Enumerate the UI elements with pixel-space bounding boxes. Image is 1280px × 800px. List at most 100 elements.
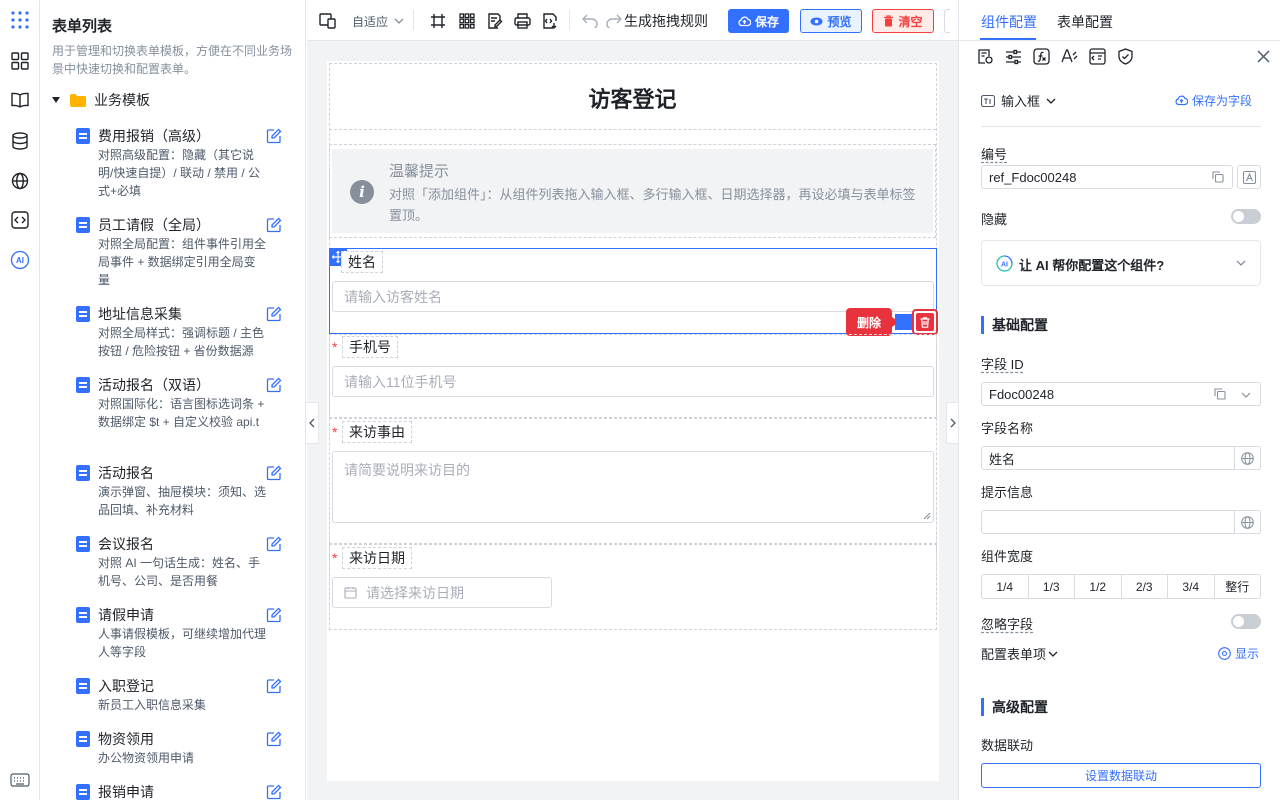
edit-icon[interactable]: [266, 217, 282, 233]
collapse-left-button[interactable]: [305, 402, 319, 444]
text-format-button[interactable]: [1237, 165, 1261, 189]
props-icon[interactable]: [977, 48, 994, 65]
frame-icon[interactable]: [430, 10, 446, 32]
translate-globe-icon[interactable]: [1234, 510, 1260, 534]
document-icon: [76, 678, 90, 694]
template-desc: 演示弹窗、抽屉模块：须知、选品回填、补充材料: [98, 485, 267, 517]
component-type-label: 输入框: [1001, 94, 1041, 109]
edit-icon[interactable]: [266, 465, 282, 481]
generate-rules-button[interactable]: 生成拖拽规则: [624, 10, 708, 32]
field-name-value: 姓名: [989, 451, 1016, 467]
components-icon[interactable]: [8, 49, 32, 73]
resize-handle-icon[interactable]: [923, 512, 931, 520]
ignore-field-label: 忽略字段: [981, 617, 1034, 632]
ignore-field-toggle[interactable]: [1231, 614, 1261, 629]
edit-icon[interactable]: [266, 377, 282, 393]
width-option[interactable]: 2/3: [1122, 575, 1168, 598]
shield-icon[interactable]: [1117, 48, 1134, 65]
template-group[interactable]: 业务模板: [52, 90, 150, 110]
phone-input[interactable]: 请输入11位手机号: [332, 366, 934, 397]
width-option[interactable]: 1/2: [1075, 575, 1122, 598]
component-type-select[interactable]: 输入框: [981, 91, 1056, 110]
chevron-left-icon: [309, 418, 315, 428]
config-items-toggle[interactable]: 配置表单项: [981, 644, 1058, 663]
function-icon[interactable]: [1033, 48, 1050, 65]
redo-icon[interactable]: [606, 10, 622, 32]
sliders-icon[interactable]: [1005, 48, 1022, 65]
save-button[interactable]: 保存: [728, 9, 789, 33]
edit-icon[interactable]: [266, 607, 282, 623]
width-option[interactable]: 1/3: [1029, 575, 1075, 598]
layout-mode-select[interactable]: 自适应: [352, 10, 404, 32]
export-code-icon[interactable]: [542, 10, 558, 32]
chevron-down-icon[interactable]: [1241, 392, 1251, 398]
edit-icon[interactable]: [266, 784, 282, 800]
field-label-name[interactable]: 姓名: [341, 251, 383, 273]
left-rail: AI: [0, 0, 40, 800]
toolbar-overflow[interactable]: [944, 9, 950, 33]
ai-icon[interactable]: AI: [8, 248, 32, 272]
edit-icon[interactable]: [266, 536, 282, 552]
keyboard-icon[interactable]: [8, 768, 32, 792]
text-style-icon[interactable]: [1061, 48, 1078, 65]
trash-icon: [916, 313, 934, 331]
set-linkage-button[interactable]: 设置数据联动: [981, 763, 1261, 788]
width-option[interactable]: 3/4: [1168, 575, 1215, 598]
edit-icon[interactable]: [266, 678, 282, 694]
delete-field-button[interactable]: [912, 309, 938, 335]
preview-button[interactable]: 预览: [800, 9, 862, 33]
document-icon: [76, 784, 90, 800]
save-as-field-button[interactable]: 保存为字段: [1175, 92, 1252, 109]
copy-field-button[interactable]: [895, 314, 913, 330]
apps-grid-icon[interactable]: [8, 8, 32, 32]
caret-down-icon[interactable]: [52, 97, 60, 103]
print-icon[interactable]: [514, 10, 531, 32]
name-input[interactable]: 请输入访客姓名: [332, 281, 934, 312]
grid-icon[interactable]: [459, 10, 475, 32]
globe-icon[interactable]: [8, 169, 32, 193]
tab-component-config[interactable]: 组件配置: [981, 12, 1037, 32]
date-picker[interactable]: 请选择来访日期: [332, 577, 552, 608]
edit-icon[interactable]: [266, 128, 282, 144]
reason-textarea[interactable]: 请简要说明来访目的: [332, 451, 934, 523]
ai-assist-panel[interactable]: AI 让 AI 帮你配置这个组件?: [981, 240, 1261, 286]
tab-form-config[interactable]: 表单配置: [1057, 12, 1113, 32]
book-icon[interactable]: [8, 88, 32, 112]
hidden-toggle[interactable]: [1231, 209, 1261, 224]
tip-input[interactable]: [981, 510, 1261, 534]
clear-label: 清空: [898, 14, 923, 29]
field-label-phone[interactable]: 手机号: [342, 336, 398, 358]
translate-globe-icon[interactable]: [1234, 446, 1260, 470]
config-tabs: 组件配置 表单配置: [959, 0, 1280, 41]
form-title[interactable]: 访客登记: [329, 65, 936, 130]
edit-icon[interactable]: [266, 306, 282, 322]
undo-icon[interactable]: [582, 10, 598, 32]
database-icon[interactable]: [8, 129, 32, 153]
close-icon[interactable]: [1257, 50, 1270, 63]
copy-icon[interactable]: [1214, 388, 1226, 400]
template-name: 入职登记: [98, 678, 154, 694]
advanced-config-heading: 高级配置: [981, 698, 1048, 716]
code-panel-icon[interactable]: [1089, 48, 1106, 65]
edit-icon[interactable]: [266, 731, 282, 747]
width-option[interactable]: 整行: [1215, 575, 1261, 598]
field-id-input[interactable]: Fdoc00248: [981, 382, 1261, 406]
chevron-right-icon: [950, 418, 956, 428]
field-id-value: Fdoc00248: [989, 386, 1055, 402]
config-icon-bar: [977, 48, 1270, 66]
device-icon[interactable]: [319, 10, 337, 32]
field-name-input[interactable]: 姓名: [981, 446, 1261, 470]
edit-doc-icon[interactable]: [487, 10, 503, 32]
field-label-reason[interactable]: 来访事由: [342, 421, 412, 443]
alert-body: 对照「添加组件」：从组件列表拖入输入框、多行输入框、日期选择器，再设必填与表单标…: [389, 187, 916, 223]
copy-icon[interactable]: [1212, 171, 1224, 183]
field-id-label: 字段 ID: [981, 357, 1024, 372]
width-option[interactable]: 1/4: [982, 575, 1029, 598]
template-desc: 对照 AI 一句话生成：姓名、手机号、公司、是否用餐: [98, 556, 261, 588]
clear-button[interactable]: 清空: [872, 9, 934, 33]
field-label-date[interactable]: 来访日期: [342, 547, 412, 569]
show-button[interactable]: 显示: [1218, 645, 1259, 662]
ref-input[interactable]: ref_Fdoc00248: [981, 165, 1233, 189]
code-icon[interactable]: [8, 208, 32, 232]
required-mark: *: [332, 424, 338, 440]
